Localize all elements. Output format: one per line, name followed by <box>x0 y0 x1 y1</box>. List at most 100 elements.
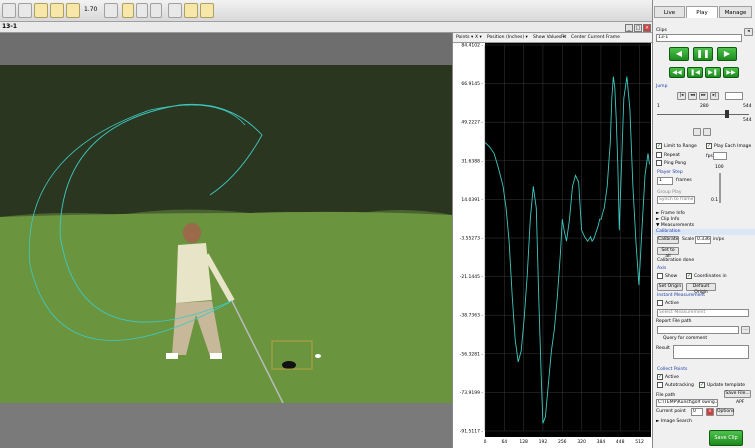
frame-info-toggle[interactable]: ► Frame Info <box>656 211 685 216</box>
video-bottom-band <box>0 403 452 448</box>
clip-select[interactable]: 13-1 <box>656 34 742 42</box>
step-forward-button[interactable]: ▶❚ <box>705 67 721 78</box>
fps-input[interactable] <box>713 152 727 160</box>
video-view[interactable] <box>0 65 452 403</box>
result-field <box>673 345 749 359</box>
line-chart[interactable]: 84.4102 - 66.9145 - 49.2227 - 31.6388 - 14.0… <box>453 43 653 448</box>
jump-forward-button[interactable]: ▸▸ <box>699 92 708 100</box>
tab-live[interactable]: Live <box>654 6 685 18</box>
close-icon[interactable]: × <box>643 24 651 32</box>
play-each-checkbox[interactable]: ✓ <box>706 143 712 149</box>
limit-range-checkbox[interactable]: ✓ <box>656 143 662 149</box>
clip-bar: 13-1 <box>0 22 652 33</box>
limit-range-label: Limit to Range <box>664 144 697 149</box>
play-button[interactable]: ▶ <box>717 47 737 61</box>
main-toolbar: 1.70 <box>0 0 652 22</box>
browse-report-button[interactable]: … <box>741 326 750 334</box>
repeat-checkbox[interactable] <box>656 152 662 158</box>
draw-icon[interactable] <box>184 3 198 18</box>
scale-unit: in/px <box>713 237 725 242</box>
jump-frame-input[interactable] <box>725 92 743 100</box>
set-all-button[interactable]: Set to all <box>657 247 679 259</box>
play-reverse-button[interactable]: ◀ <box>669 47 689 61</box>
clip-name: 13-1 <box>2 23 18 30</box>
frame-icon[interactable] <box>50 3 64 18</box>
collect-points-label: Collect Points <box>657 367 688 372</box>
y-tick-label: 84.4102 - <box>461 43 483 49</box>
measurement-select[interactable]: Select Measurement <box>657 309 749 317</box>
fast-forward-button[interactable]: ▶▶ <box>723 67 739 78</box>
clip-info-toggle[interactable]: ► Clip Info <box>656 217 679 222</box>
group-play-label: Group Play <box>657 190 682 195</box>
jump-end-button[interactable]: ▸| <box>710 92 719 100</box>
rewind-button[interactable]: ◀◀ <box>669 67 685 78</box>
export-icon[interactable] <box>168 3 182 18</box>
golf-swing-image <box>0 65 452 403</box>
update-template-label: Update template <box>707 383 746 388</box>
help-icon[interactable] <box>200 3 214 18</box>
restore-icon[interactable]: □ <box>634 24 642 32</box>
show-axis-checkbox[interactable] <box>657 273 663 279</box>
measurements-toggle[interactable]: ▼ Measurements <box>656 223 694 228</box>
current-point-select[interactable]: 0 <box>691 408 703 416</box>
apf-label: APF <box>736 400 745 405</box>
range-end-button[interactable] <box>703 128 711 136</box>
points-dropdown[interactable]: Points ▾ <box>456 35 473 40</box>
x-tick-label: 192 <box>539 439 548 445</box>
jump-back-button[interactable]: ◂◂ <box>688 92 697 100</box>
axis-label: Axis <box>657 266 667 271</box>
jump-start-button[interactable]: |◂ <box>677 92 686 100</box>
speed-slider[interactable] <box>719 173 721 203</box>
position-dropdown[interactable]: Position (Inches) ▾ <box>487 35 528 40</box>
x-tick-label: 448 <box>616 439 625 445</box>
y-tick-label: -56.3281 - <box>460 351 484 357</box>
annotate-icon[interactable] <box>122 3 134 18</box>
slider-thumb[interactable] <box>725 110 729 118</box>
axis-dropdown[interactable]: X ▾ <box>475 35 482 40</box>
file-path-input[interactable]: C:\TEMP\Kunst\golf swing.aif <box>656 399 718 407</box>
tab-play[interactable]: Play <box>686 6 718 18</box>
collect-active-checkbox[interactable]: ✓ <box>657 374 663 380</box>
frame-slider[interactable] <box>657 114 749 115</box>
save-clip-button[interactable]: Save Clip <box>709 430 743 446</box>
range-start-button[interactable] <box>693 128 701 136</box>
fps-label: fps <box>706 154 713 159</box>
tools-icon[interactable] <box>34 3 48 18</box>
tab-manage[interactable]: Manage <box>719 6 752 18</box>
grid-icon[interactable] <box>2 3 16 18</box>
pause-button[interactable]: ❚❚ <box>693 47 713 61</box>
scale-input[interactable]: 0.336 <box>695 236 711 244</box>
options-button[interactable]: Options <box>716 408 734 416</box>
camera-icon[interactable] <box>150 3 162 18</box>
default-origin-button[interactable]: Default Origin <box>686 283 716 295</box>
ping-pong-checkbox[interactable] <box>656 160 662 166</box>
delete-point-icon[interactable]: × <box>706 408 714 416</box>
layers-icon[interactable] <box>18 3 32 18</box>
center-frame-button[interactable]: Center Current Frame <box>571 35 620 40</box>
minimize-icon[interactable]: _ <box>625 24 633 32</box>
step-input[interactable]: 1 <box>657 177 673 185</box>
save-file-button[interactable]: Save File... <box>724 390 751 398</box>
coords-checkbox[interactable]: ✓ <box>686 273 692 279</box>
image-search-toggle[interactable]: ► Image Search <box>656 419 692 424</box>
report-path-input[interactable] <box>657 326 739 334</box>
clip-menu-icon[interactable]: ◂ <box>744 28 753 36</box>
step-back-button[interactable]: ❚◀ <box>687 67 703 78</box>
measure-active-checkbox[interactable] <box>657 300 663 306</box>
record-icon[interactable] <box>136 3 148 18</box>
zoom-value[interactable]: 1.70 <box>84 6 97 13</box>
y-tick-label: -91.5117 - <box>460 429 484 435</box>
calibration-status: Calibration done <box>657 258 695 263</box>
calibrate-button[interactable]: Calibrate <box>657 236 679 244</box>
file-path-label: File path <box>656 393 676 398</box>
x-tick-label: 128 <box>519 439 528 445</box>
autotracking-checkbox[interactable] <box>657 382 663 388</box>
set-origin-button[interactable]: Set Origin <box>657 283 683 291</box>
scale-label: Scale <box>682 237 695 242</box>
crosshair-icon[interactable] <box>104 3 118 18</box>
zoom-icon[interactable] <box>66 3 80 18</box>
y-tick-label: -73.9199 - <box>460 390 484 396</box>
update-template-checkbox[interactable]: ✓ <box>699 382 705 388</box>
fit-button[interactable]: Fit <box>561 35 566 40</box>
sync-frame-select[interactable]: Synch to frame # <box>657 196 695 204</box>
